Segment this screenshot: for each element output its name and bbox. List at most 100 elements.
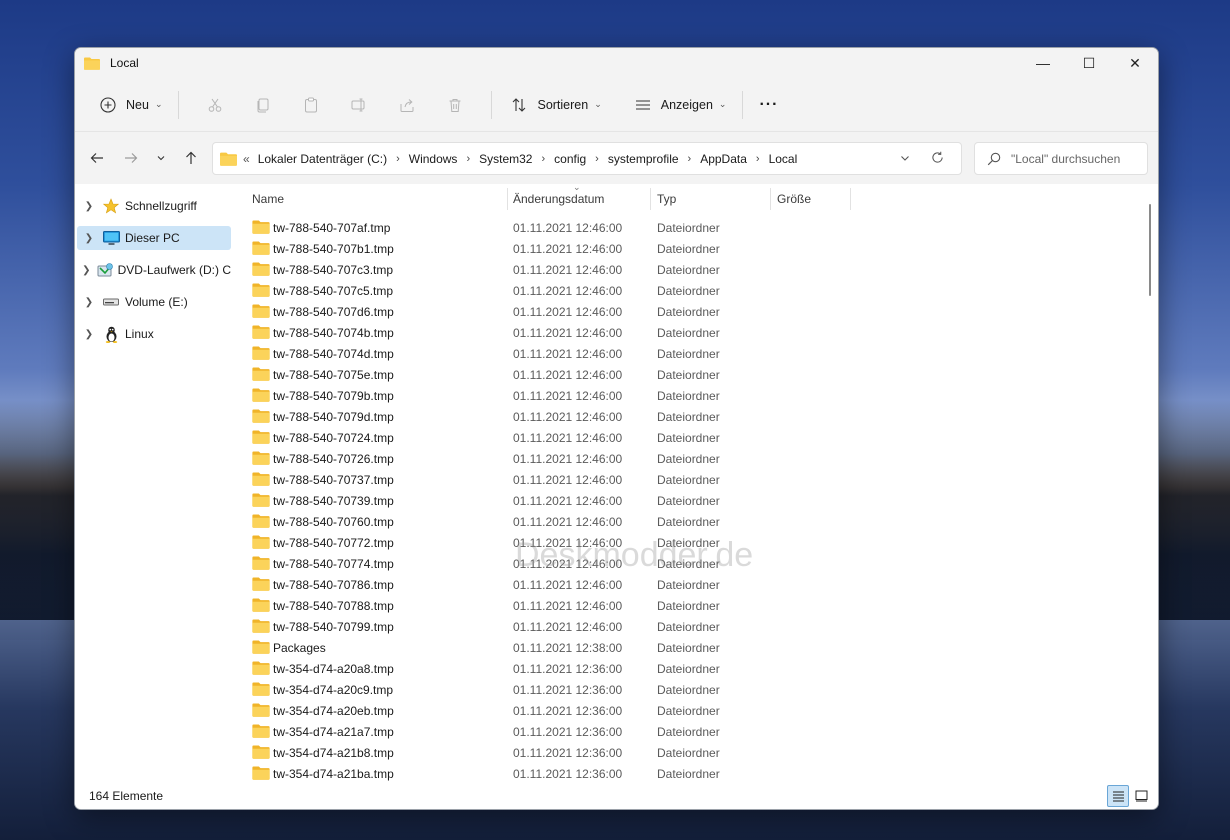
- file-type: Dateiordner: [657, 745, 720, 760]
- file-row[interactable]: tw-788-540-70737.tmp 01.11.2021 12:46:00 D…: [235, 469, 1135, 490]
- file-row[interactable]: tw-788-540-707c3.tmp 01.11.2021 12:46:00 D…: [235, 259, 1135, 280]
- file-row[interactable]: tw-354-d74-a20eb.tmp 01.11.2021 12:36:00 D…: [235, 700, 1135, 721]
- breadcrumb-label: Windows: [408, 151, 458, 166]
- breadcrumb-item[interactable]: systemprofile ›: [608, 152, 700, 166]
- folder-icon: [252, 430, 270, 444]
- sort-button[interactable]: Sortieren ⌄: [504, 89, 605, 121]
- file-row[interactable]: tw-788-540-707d6.tmp 01.11.2021 12:46:00 D…: [235, 301, 1135, 322]
- address-history-button[interactable]: [889, 152, 921, 166]
- chevron-right-icon[interactable]: ›: [396, 153, 400, 165]
- large-icons-view-button[interactable]: [1130, 785, 1152, 807]
- file-type: Dateiordner: [657, 241, 720, 256]
- file-row[interactable]: tw-354-d74-a20a8.tmp 01.11.2021 12:36:00 D…: [235, 658, 1135, 679]
- breadcrumb-item[interactable]: Windows ›: [409, 152, 479, 166]
- search-input[interactable]: "Local" durchsuchen: [1011, 152, 1120, 166]
- file-row[interactable]: tw-788-540-70739.tmp 01.11.2021 12:46:00 D…: [235, 490, 1135, 511]
- file-row[interactable]: tw-788-540-70799.tmp 01.11.2021 12:46:00 D…: [235, 616, 1135, 637]
- file-row[interactable]: tw-354-d74-a21b8.tmp 01.11.2021 12:36:00 D…: [235, 742, 1135, 763]
- file-row[interactable]: tw-788-540-7074b.tmp 01.11.2021 12:46:00 D…: [235, 322, 1135, 343]
- chevron-right-icon[interactable]: ❯: [80, 265, 93, 276]
- file-type: Dateiordner: [657, 451, 720, 466]
- file-row[interactable]: tw-788-540-70788.tmp 01.11.2021 12:46:00 D…: [235, 595, 1135, 616]
- vertical-scrollbar[interactable]: [1142, 184, 1158, 783]
- recent-locations-button[interactable]: [148, 143, 174, 173]
- search-box[interactable]: "Local" durchsuchen: [974, 142, 1148, 175]
- chevron-right-icon[interactable]: ›: [541, 153, 545, 165]
- file-row[interactable]: tw-788-540-7074d.tmp 01.11.2021 12:46:00 D…: [235, 343, 1135, 364]
- column-divider[interactable]: [650, 188, 651, 210]
- minimize-button[interactable]: —: [1020, 48, 1066, 78]
- chevron-right-icon[interactable]: ›: [466, 153, 470, 165]
- file-row[interactable]: tw-354-d74-a20c9.tmp 01.11.2021 12:36:00 D…: [235, 679, 1135, 700]
- file-row[interactable]: tw-788-540-70772.tmp 01.11.2021 12:46:00 D…: [235, 532, 1135, 553]
- breadcrumb-item[interactable]: AppData ›: [700, 152, 768, 166]
- delete-button[interactable]: [431, 89, 479, 121]
- file-row[interactable]: tw-788-540-707c5.tmp 01.11.2021 12:46:00 D…: [235, 280, 1135, 301]
- file-row[interactable]: tw-788-540-70774.tmp 01.11.2021 12:46:00 D…: [235, 553, 1135, 574]
- details-view-button[interactable]: [1107, 785, 1129, 807]
- file-name: tw-354-d74-a21b8.tmp: [273, 745, 394, 760]
- sidebar-item-quick-access[interactable]: ❯ Schnellzugriff: [77, 194, 231, 218]
- file-row[interactable]: tw-788-540-70760.tmp 01.11.2021 12:46:00 D…: [235, 511, 1135, 532]
- new-button[interactable]: Neu ⌄: [93, 89, 166, 121]
- breadcrumb-item[interactable]: Lokaler Datenträger (C:) ›: [258, 152, 409, 166]
- file-row[interactable]: tw-354-d74-a21a7.tmp 01.11.2021 12:36:00 D…: [235, 721, 1135, 742]
- copy-button[interactable]: [239, 89, 287, 121]
- column-divider[interactable]: [507, 188, 508, 210]
- more-options-button[interactable]: ···: [755, 89, 782, 121]
- column-header-name[interactable]: Name: [252, 184, 284, 214]
- file-date: 01.11.2021 12:46:00: [513, 598, 623, 613]
- maximize-button[interactable]: ☐: [1066, 48, 1112, 78]
- file-row[interactable]: Packages 01.11.2021 12:38:00 Dateiordner: [235, 637, 1135, 658]
- column-divider[interactable]: [770, 188, 771, 210]
- file-row[interactable]: tw-788-540-70726.tmp 01.11.2021 12:46:00 D…: [235, 448, 1135, 469]
- address-bar[interactable]: « Lokaler Datenträger (C:) › Windows › Sys…: [212, 142, 962, 175]
- breadcrumb-item[interactable]: System32 ›: [479, 152, 554, 166]
- file-row[interactable]: tw-788-540-707af.tmp 01.11.2021 12:46:00 D…: [235, 217, 1135, 238]
- file-row[interactable]: tw-788-540-707b1.tmp 01.11.2021 12:46:00 D…: [235, 238, 1135, 259]
- file-name: tw-788-540-7074b.tmp: [273, 325, 394, 340]
- chevron-right-icon[interactable]: ›: [688, 153, 692, 165]
- scrollbar-thumb[interactable]: [1149, 204, 1151, 296]
- file-row[interactable]: tw-354-d74-a21ba.tmp 01.11.2021 12:36:00 D…: [235, 763, 1135, 783]
- up-button[interactable]: [174, 143, 208, 173]
- back-button[interactable]: [80, 143, 114, 173]
- chevron-right-icon[interactable]: ❯: [80, 201, 98, 212]
- column-header-type[interactable]: Typ: [657, 184, 676, 214]
- breadcrumb-label: config: [554, 151, 587, 166]
- refresh-button[interactable]: [921, 151, 953, 167]
- file-row[interactable]: tw-788-540-7075e.tmp 01.11.2021 12:46:00 D…: [235, 364, 1135, 385]
- file-row[interactable]: tw-788-540-70724.tmp 01.11.2021 12:46:00 D…: [235, 427, 1135, 448]
- folder-icon: [252, 598, 270, 612]
- paste-button[interactable]: [287, 89, 335, 121]
- chevron-right-icon[interactable]: ›: [756, 153, 760, 165]
- file-name: tw-788-540-7079b.tmp: [273, 388, 394, 403]
- column-header-size[interactable]: Größe: [777, 184, 811, 214]
- chevron-right-icon[interactable]: ❯: [80, 233, 98, 244]
- column-header-date[interactable]: Änderungsdatum: [513, 184, 604, 214]
- forward-button[interactable]: [114, 143, 148, 173]
- chevron-right-icon[interactable]: ›: [595, 153, 599, 165]
- file-date: 01.11.2021 12:46:00: [513, 388, 623, 403]
- overflow-crumbs-icon[interactable]: «: [243, 152, 250, 166]
- breadcrumb-item-current[interactable]: Local: [769, 152, 798, 166]
- column-divider[interactable]: [850, 188, 851, 210]
- sidebar-item-volume-e[interactable]: ❯ Volume (E:): [77, 290, 231, 314]
- sidebar-item-dvd-drive[interactable]: ❯ DVD-Laufwerk (D:) C: [77, 258, 231, 282]
- clipboard-icon: [305, 97, 318, 112]
- file-row[interactable]: tw-788-540-7079d.tmp 01.11.2021 12:46:00 D…: [235, 406, 1135, 427]
- chevron-right-icon[interactable]: ❯: [80, 329, 98, 340]
- file-name: tw-788-540-70739.tmp: [273, 493, 394, 508]
- chevron-right-icon[interactable]: ❯: [80, 297, 98, 308]
- view-button[interactable]: Anzeigen ⌄: [628, 89, 731, 121]
- share-button[interactable]: [383, 89, 431, 121]
- arrow-left-icon: [90, 153, 103, 163]
- file-row[interactable]: tw-788-540-70786.tmp 01.11.2021 12:46:00 D…: [235, 574, 1135, 595]
- rename-button[interactable]: [335, 89, 383, 121]
- breadcrumb-item[interactable]: config ›: [554, 152, 608, 166]
- cut-button[interactable]: [191, 89, 239, 121]
- sidebar-item-linux[interactable]: ❯ Linux: [77, 322, 231, 346]
- file-row[interactable]: tw-788-540-7079b.tmp 01.11.2021 12:46:00 D…: [235, 385, 1135, 406]
- sidebar-item-this-pc[interactable]: ❯ Dieser PC: [77, 226, 231, 250]
- close-button[interactable]: ✕: [1112, 48, 1158, 78]
